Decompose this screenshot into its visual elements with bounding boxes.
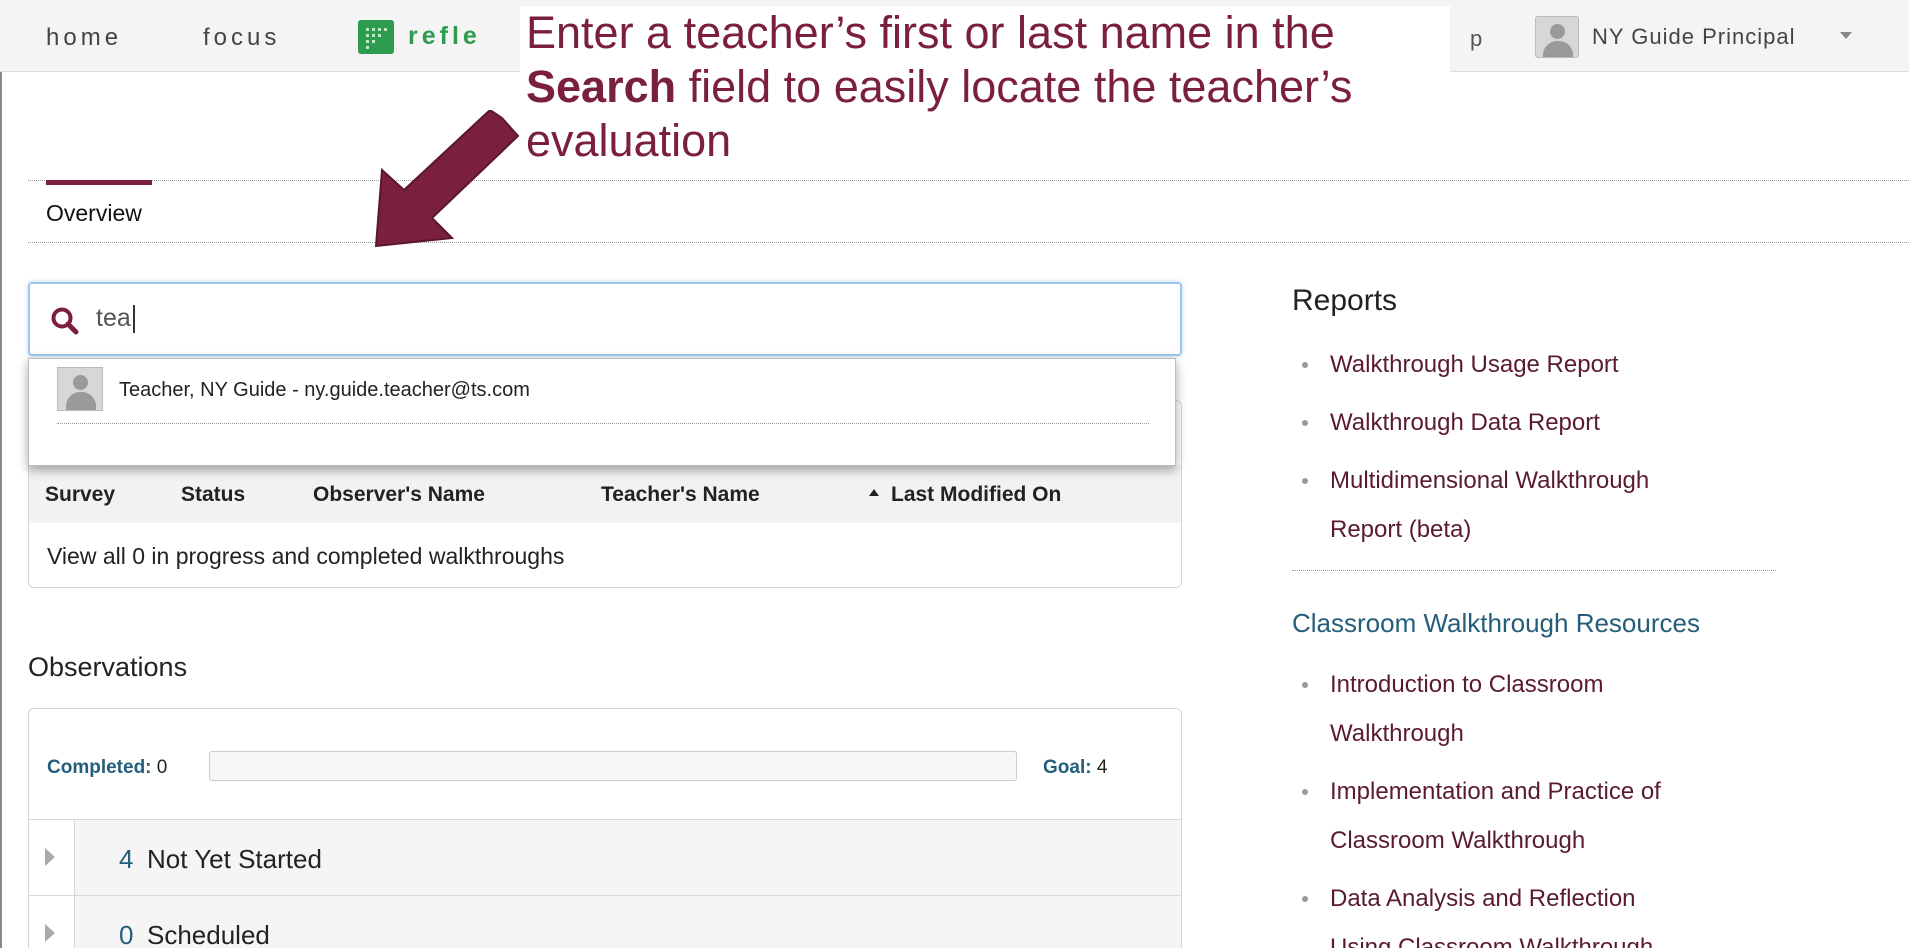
resource-link-introduction[interactable]: Introduction to Classroom [1330,660,1603,709]
report-link-data[interactable]: Walkthrough Data Report [1330,398,1600,447]
column-header-status[interactable]: Status [181,483,245,507]
caret-right-icon [45,848,55,866]
user-menu-name[interactable]: NY Guide Principal [1592,24,1795,50]
teacher-avatar-icon[interactable] [57,367,103,411]
bullet-icon [1302,362,1308,368]
user-avatar-icon[interactable] [1535,16,1579,58]
observation-group-label: Scheduled [147,920,270,948]
tab-divider-bottom [28,242,1909,243]
bullet-icon [1302,420,1308,426]
observations-progress-bar [209,751,1017,781]
observation-group-count: 0 [119,920,134,948]
app-root: home focus refle p NY Guide Principal Ov… [0,0,1909,948]
page-edge-divider [0,72,4,948]
nav-help-link[interactable]: p [1470,26,1482,52]
resource-link-data-analysis[interactable]: Data Analysis and Reflection [1330,874,1636,923]
brand-name[interactable]: refle [408,22,481,51]
bullet-icon [1302,896,1308,902]
column-header-teacher[interactable]: Teacher's Name [601,483,760,507]
report-link-multidimensional[interactable]: Multidimensional Walkthrough [1330,456,1649,505]
observation-group-count: 4 [119,844,134,874]
caret-right-icon [45,924,55,942]
observations-title: Observations [28,652,188,682]
row-expander[interactable] [29,896,75,948]
report-link-usage[interactable]: Walkthrough Usage Report [1330,340,1619,389]
brand-logo-icon[interactable] [358,20,394,54]
search-results-dropdown: Teacher, NY Guide - ny.guide.teacher@ts.… [28,358,1176,466]
bullet-icon [1302,789,1308,795]
resource-link-implementation-cont[interactable]: Classroom Walkthrough [1330,816,1585,865]
tab-overview[interactable]: Overview [46,200,142,227]
dropdown-divider [57,423,1149,424]
tab-divider-top [28,180,1909,181]
column-header-survey[interactable]: Survey [45,483,115,507]
search-input-value: tea [96,304,135,334]
observation-group-row[interactable]: 4 Not Yet Started [29,819,1181,895]
chevron-down-icon[interactable] [1840,32,1852,39]
search-result-item[interactable]: Teacher, NY Guide - ny.guide.teacher@ts.… [119,379,530,402]
report-link-multidimensional-cont[interactable]: Report (beta) [1330,505,1471,554]
observations-panel: Completed: 0 Goal: 4 4 Not Yet Started 0… [28,708,1182,948]
tab-active-indicator [46,180,152,185]
reports-title: Reports [1292,284,1398,317]
nav-home-link[interactable]: home [46,24,122,52]
annotation-callout: Enter a teacher’s first or last name in … [520,6,1450,172]
search-icon [51,307,79,335]
observation-group-row[interactable]: 0 Scheduled [29,895,1181,948]
column-header-observer[interactable]: Observer's Name [313,483,485,507]
column-header-last-modified[interactable]: Last Modified On [891,483,1061,507]
annotation-arrow-icon [374,110,520,248]
view-all-walkthroughs-link[interactable]: View all 0 in progress and completed wal… [47,543,564,570]
observation-group-label: Not Yet Started [147,844,322,874]
resources-title: Classroom Walkthrough Resources [1292,608,1700,638]
reports-divider [1292,570,1776,571]
search-input[interactable]: tea [28,282,1182,356]
completed-count: Completed: 0 [47,757,168,778]
resource-link-introduction-cont[interactable]: Walkthrough [1330,709,1464,758]
goal-count: Goal: 4 [1043,757,1108,778]
resource-link-data-analysis-cont[interactable]: Using Classroom Walkthrough [1330,923,1653,948]
bullet-icon [1302,682,1308,688]
sort-ascending-icon[interactable] [869,489,879,496]
bullet-icon [1302,478,1308,484]
row-expander[interactable] [29,820,75,895]
resource-link-implementation[interactable]: Implementation and Practice of [1330,767,1661,816]
nav-focus-link[interactable]: focus [203,24,280,52]
